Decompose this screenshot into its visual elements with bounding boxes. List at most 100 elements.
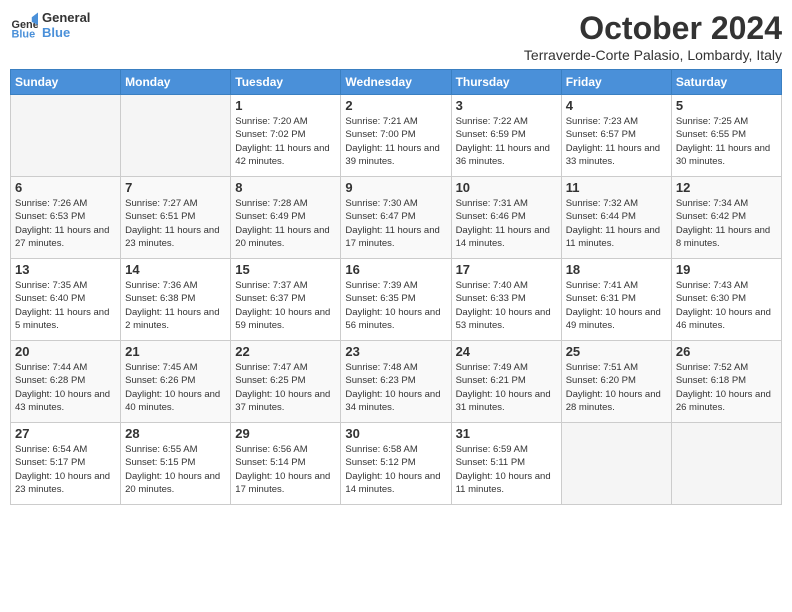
calendar-cell: 26Sunrise: 7:52 AMSunset: 6:18 PMDayligh…	[671, 341, 781, 423]
daylight: Daylight: 10 hours and 40 minutes.	[125, 389, 220, 413]
daylight: Daylight: 10 hours and 23 minutes.	[15, 471, 110, 495]
day-info: Sunrise: 6:55 AMSunset: 5:15 PMDaylight:…	[125, 443, 226, 496]
calendar-cell: 29Sunrise: 6:56 AMSunset: 5:14 PMDayligh…	[231, 423, 341, 505]
day-number: 2	[345, 98, 446, 113]
day-info: Sunrise: 7:37 AMSunset: 6:37 PMDaylight:…	[235, 279, 336, 332]
day-number: 12	[676, 180, 777, 195]
calendar-cell: 2Sunrise: 7:21 AMSunset: 7:00 PMDaylight…	[341, 95, 451, 177]
sunrise: Sunrise: 6:58 AM	[345, 444, 417, 455]
daylight: Daylight: 10 hours and 37 minutes.	[235, 389, 330, 413]
day-number: 30	[345, 426, 446, 441]
location-title: Terraverde-Corte Palasio, Lombardy, Ital…	[524, 47, 782, 63]
day-number: 27	[15, 426, 116, 441]
daylight: Daylight: 11 hours and 8 minutes.	[676, 225, 770, 249]
day-info: Sunrise: 7:30 AMSunset: 6:47 PMDaylight:…	[345, 197, 446, 250]
daylight: Daylight: 10 hours and 28 minutes.	[566, 389, 661, 413]
calendar-cell: 9Sunrise: 7:30 AMSunset: 6:47 PMDaylight…	[341, 177, 451, 259]
sunrise: Sunrise: 7:32 AM	[566, 198, 638, 209]
day-number: 14	[125, 262, 226, 277]
day-number: 24	[456, 344, 557, 359]
calendar-cell: 10Sunrise: 7:31 AMSunset: 6:46 PMDayligh…	[451, 177, 561, 259]
calendar-cell: 5Sunrise: 7:25 AMSunset: 6:55 PMDaylight…	[671, 95, 781, 177]
calendar-week-1: 1Sunrise: 7:20 AMSunset: 7:02 PMDaylight…	[11, 95, 782, 177]
sunset: Sunset: 5:12 PM	[345, 457, 415, 468]
calendar-cell: 1Sunrise: 7:20 AMSunset: 7:02 PMDaylight…	[231, 95, 341, 177]
calendar-cell: 18 Sunrise: 7:41 AMSunset: 6:31 PMDayligh…	[561, 259, 671, 341]
daylight: Daylight: 10 hours and 56 minutes.	[345, 307, 440, 331]
sunrise: Sunrise: 7:36 AM	[125, 280, 197, 291]
sunrise: Sunrise: 7:45 AM	[125, 362, 197, 373]
day-number: 28	[125, 426, 226, 441]
logo-icon: General Blue	[10, 11, 38, 39]
sunrise: Sunrise: 7:37 AM	[235, 280, 307, 291]
header-friday: Friday	[561, 70, 671, 95]
day-info: Sunrise: 7:36 AMSunset: 6:38 PMDaylight:…	[125, 279, 226, 332]
calendar-cell: 30 Sunrise: 6:58 AM Sunset: 5:12 PM Dayligh…	[341, 423, 451, 505]
sunset: Sunset: 6:28 PM	[15, 375, 85, 386]
daylight: Daylight: 11 hours and 30 minutes.	[676, 143, 770, 167]
sunrise: Sunrise: 7:26 AM	[15, 198, 87, 209]
sunrise: Sunrise: 6:59 AM	[456, 444, 528, 455]
day-info: Sunrise: 7:22 AMSunset: 6:59 PMDaylight:…	[456, 115, 557, 168]
calendar-cell: 23Sunrise: 7:48 AMSunset: 6:23 PMDayligh…	[341, 341, 451, 423]
sunrise: Sunrise: 7:39 AM	[345, 280, 417, 291]
logo-general: General	[42, 10, 90, 25]
sunset: Sunset: 6:47 PM	[345, 211, 415, 222]
calendar-cell: 13Sunrise: 7:35 AMSunset: 6:40 PMDayligh…	[11, 259, 121, 341]
day-info: Sunrise: 7:25 AMSunset: 6:55 PMDaylight:…	[676, 115, 777, 168]
svg-text:Blue: Blue	[12, 28, 36, 39]
calendar-cell: 17Sunrise: 7:40 AMSunset: 6:33 PMDayligh…	[451, 259, 561, 341]
day-info: Sunrise: 7:20 AMSunset: 7:02 PMDaylight:…	[235, 115, 336, 168]
day-info: Sunrise: 6:58 AM Sunset: 5:12 PM Daylight:…	[345, 443, 446, 496]
page-header: General Blue General Blue October 2024 T…	[10, 10, 782, 63]
day-info: Sunrise: 7:41 AMSunset: 6:31 PMDaylight:…	[566, 279, 667, 332]
calendar-cell: 4Sunrise: 7:23 AMSunset: 6:57 PMDaylight…	[561, 95, 671, 177]
day-number: 11	[566, 180, 667, 195]
calendar-cell: 28 Sunrise: 6:55 AMSunset: 5:15 PMDayligh…	[121, 423, 231, 505]
sunset: Sunset: 6:35 PM	[345, 293, 415, 304]
daylight: Daylight: 10 hours and 14 minutes.	[345, 471, 440, 495]
calendar-header-row: SundayMondayTuesdayWednesdayThursdayFrid…	[11, 70, 782, 95]
daylight: Daylight: 11 hours and 17 minutes.	[345, 225, 439, 249]
calendar-week-3: 13Sunrise: 7:35 AMSunset: 6:40 PMDayligh…	[11, 259, 782, 341]
calendar-cell: 19Sunrise: 7:43 AMSunset: 6:30 PMDayligh…	[671, 259, 781, 341]
calendar-cell: 8Sunrise: 7:28 AMSunset: 6:49 PMDaylight…	[231, 177, 341, 259]
sunset: Sunset: 6:25 PM	[235, 375, 305, 386]
header-saturday: Saturday	[671, 70, 781, 95]
sunset: Sunset: 6:31 PM	[566, 293, 636, 304]
day-info: Sunrise: 7:45 AMSunset: 6:26 PMDaylight:…	[125, 361, 226, 414]
logo: General Blue General Blue	[10, 10, 90, 40]
sunset: Sunset: 5:14 PM	[235, 457, 305, 468]
day-info: Sunrise: 7:44 AMSunset: 6:28 PMDaylight:…	[15, 361, 116, 414]
day-number: 3	[456, 98, 557, 113]
daylight: Daylight: 10 hours and 31 minutes.	[456, 389, 551, 413]
sunrise: Sunrise: 7:22 AM	[456, 116, 528, 127]
sunrise: Sunrise: 7:34 AM	[676, 198, 748, 209]
daylight: Daylight: 11 hours and 42 minutes.	[235, 143, 329, 167]
calendar-cell	[121, 95, 231, 177]
day-number: 25	[566, 344, 667, 359]
sunrise: Sunrise: 7:23 AM	[566, 116, 638, 127]
day-info: Sunrise: 7:27 AMSunset: 6:51 PMDaylight:…	[125, 197, 226, 250]
day-number: 23	[345, 344, 446, 359]
header-tuesday: Tuesday	[231, 70, 341, 95]
day-info: Sunrise: 7:52 AMSunset: 6:18 PMDaylight:…	[676, 361, 777, 414]
day-info: Sunrise: 7:49 AM Sunset: 6:21 PM Daylight:…	[456, 361, 557, 414]
calendar-cell	[671, 423, 781, 505]
calendar-cell: 24 Sunrise: 7:49 AM Sunset: 6:21 PM Dayligh…	[451, 341, 561, 423]
day-info: Sunrise: 7:51 AMSunset: 6:20 PMDaylight:…	[566, 361, 667, 414]
sunset: Sunset: 6:21 PM	[456, 375, 526, 386]
day-number: 7	[125, 180, 226, 195]
sunset: Sunset: 6:40 PM	[15, 293, 85, 304]
day-number: 29	[235, 426, 336, 441]
sunrise: Sunrise: 7:28 AM	[235, 198, 307, 209]
calendar-table: SundayMondayTuesdayWednesdayThursdayFrid…	[10, 69, 782, 505]
day-number: 4	[566, 98, 667, 113]
day-number: 18	[566, 262, 667, 277]
calendar-cell: 20Sunrise: 7:44 AMSunset: 6:28 PMDayligh…	[11, 341, 121, 423]
daylight: Daylight: 11 hours and 23 minutes.	[125, 225, 219, 249]
sunset: Sunset: 6:18 PM	[676, 375, 746, 386]
day-info: Sunrise: 6:59 AMSunset: 5:11 PMDaylight:…	[456, 443, 557, 496]
sunrise: Sunrise: 7:49 AM	[456, 362, 528, 373]
sunrise: Sunrise: 6:55 AM	[125, 444, 197, 455]
